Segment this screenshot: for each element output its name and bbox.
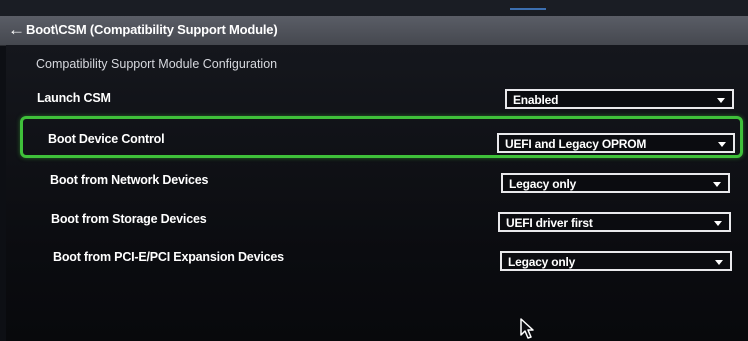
dropdown-value: Legacy only	[508, 255, 576, 269]
pci-expansion-devices-dropdown[interactable]: Legacy only	[500, 251, 732, 271]
chevron-down-icon	[715, 260, 723, 265]
boot-device-control-dropdown[interactable]: UEFI and Legacy OPROM	[497, 133, 735, 153]
launch-csm-dropdown[interactable]: Enabled	[505, 89, 734, 109]
chevron-down-icon	[717, 98, 725, 103]
top-menu-strip	[0, 0, 748, 16]
setting-label-pci-expansion-devices: Boot from PCI-E/PCI Expansion Devices	[53, 250, 284, 264]
chevron-down-icon	[713, 182, 721, 187]
active-tab-indicator	[510, 2, 546, 10]
dropdown-value: Enabled	[513, 93, 559, 107]
mouse-pointer-icon	[520, 318, 534, 339]
page-title: Boot\CSM (Compatibility Support Module)	[26, 22, 278, 37]
setting-label-network-devices: Boot from Network Devices	[50, 173, 209, 187]
arrow-left-icon[interactable]: ←	[8, 20, 25, 40]
dropdown-value: Legacy only	[509, 177, 577, 191]
section-title: Compatibility Support Module Configurati…	[36, 57, 278, 71]
storage-devices-dropdown[interactable]: UEFI driver first	[498, 212, 731, 232]
network-devices-dropdown[interactable]: Legacy only	[501, 173, 730, 193]
breadcrumb-header: ← Boot\CSM (Compatibility Support Module…	[0, 16, 748, 45]
chevron-down-icon	[718, 142, 726, 147]
dropdown-value: UEFI driver first	[506, 216, 593, 230]
setting-label-launch-csm: Launch CSM	[37, 91, 111, 105]
setting-label-boot-device-control: Boot Device Control	[48, 132, 165, 146]
setting-label-storage-devices: Boot from Storage Devices	[51, 212, 207, 226]
dropdown-value: UEFI and Legacy OPROM	[505, 137, 647, 151]
chevron-down-icon	[714, 221, 722, 226]
